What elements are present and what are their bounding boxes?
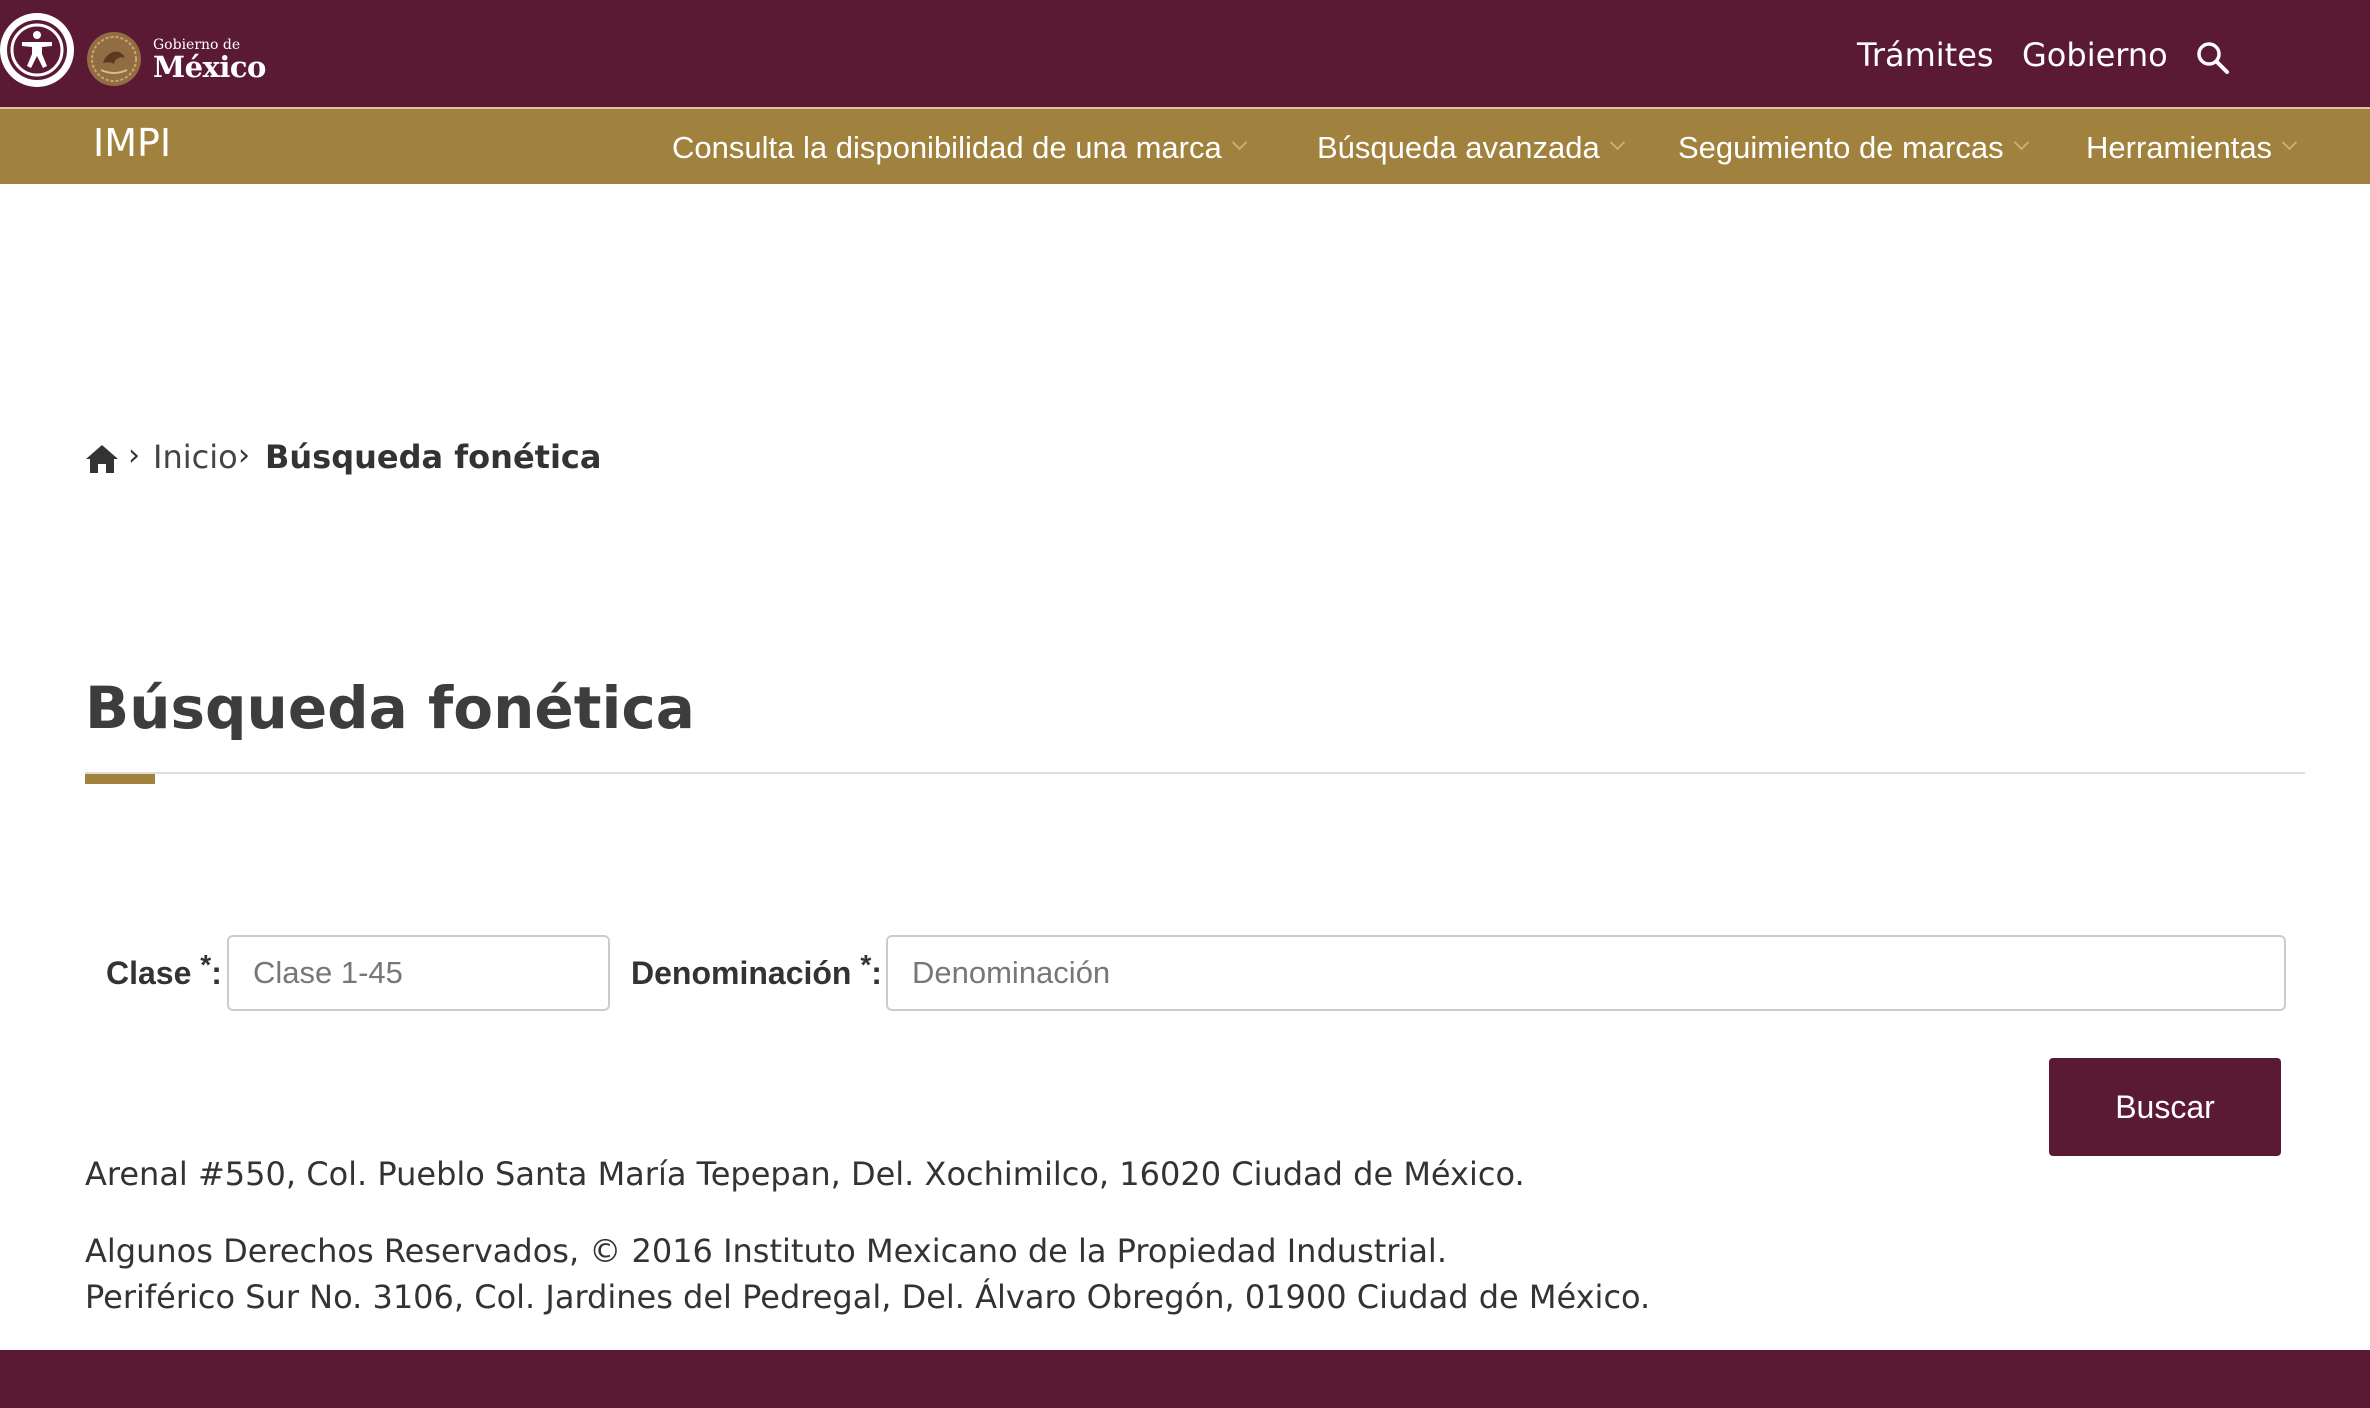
chevron-right-icon: › xyxy=(238,438,250,473)
page-title: Búsqueda fonética xyxy=(85,674,695,742)
breadcrumb-home-link[interactable]: Inicio xyxy=(153,438,238,476)
accessibility-icon xyxy=(7,20,67,80)
tramites-link[interactable]: Trámites xyxy=(1857,36,1994,74)
impi-brand-link[interactable]: IMPI xyxy=(93,121,171,165)
chevron-down-icon xyxy=(2013,134,2029,151)
logo-big-text: México xyxy=(153,50,266,84)
clase-input[interactable] xyxy=(227,935,610,1011)
footer-address-2: Periférico Sur No. 3106, Col. Jardines d… xyxy=(85,1278,1651,1316)
nav-item-seguimiento-marcas[interactable]: Seguimiento de marcas xyxy=(1678,130,2029,166)
gobierno-link[interactable]: Gobierno xyxy=(2022,36,2168,74)
chevron-down-icon xyxy=(1609,134,1625,151)
denominacion-label-text: Denominación xyxy=(631,955,852,991)
footer-address: Arenal #550, Col. Pueblo Santa María Tep… xyxy=(85,1155,1525,1193)
required-mark: * xyxy=(200,949,212,980)
accessibility-button[interactable] xyxy=(0,13,74,87)
title-accent-bar xyxy=(85,774,155,784)
nav-item-herramientas[interactable]: Herramientas xyxy=(2086,130,2298,166)
nav-item-label: Herramientas xyxy=(2086,130,2273,165)
footer-rights: Algunos Derechos Reservados, © 2016 Inst… xyxy=(85,1232,1447,1270)
label-suffix: : xyxy=(211,955,222,991)
chevron-right-icon: › xyxy=(128,438,140,473)
top-bar: Gobierno de México Trámites Gobierno xyxy=(0,0,2370,107)
nav-item-label: Búsqueda avanzada xyxy=(1317,130,1600,165)
nav-item-busqueda-avanzada[interactable]: Búsqueda avanzada xyxy=(1317,130,1625,166)
nav-item-label: Seguimiento de marcas xyxy=(1678,130,2004,165)
chevron-down-icon xyxy=(2281,134,2298,151)
required-mark: * xyxy=(860,949,872,980)
nav-item-consulta-disponibilidad[interactable]: Consulta la disponibilidad de una marca xyxy=(672,130,1248,166)
bottom-bar xyxy=(0,1350,2370,1408)
clase-label: Clase *: xyxy=(106,949,222,992)
coat-of-arms-icon xyxy=(87,32,141,86)
breadcrumb-current: Búsqueda fonética xyxy=(265,438,602,476)
nav-item-label: Consulta la disponibilidad de una marca xyxy=(672,130,1222,165)
home-icon[interactable] xyxy=(85,443,119,475)
search-icon[interactable] xyxy=(2195,40,2231,76)
main-nav: IMPI Consulta la disponibilidad de una m… xyxy=(0,107,2370,184)
clase-label-text: Clase xyxy=(106,955,192,991)
title-divider xyxy=(85,772,2305,774)
denominacion-label: Denominación *: xyxy=(631,949,882,992)
label-suffix: : xyxy=(871,955,882,991)
denominacion-input[interactable] xyxy=(886,935,2286,1011)
chevron-down-icon xyxy=(1231,134,1248,151)
buscar-button[interactable]: Buscar xyxy=(2049,1058,2281,1156)
